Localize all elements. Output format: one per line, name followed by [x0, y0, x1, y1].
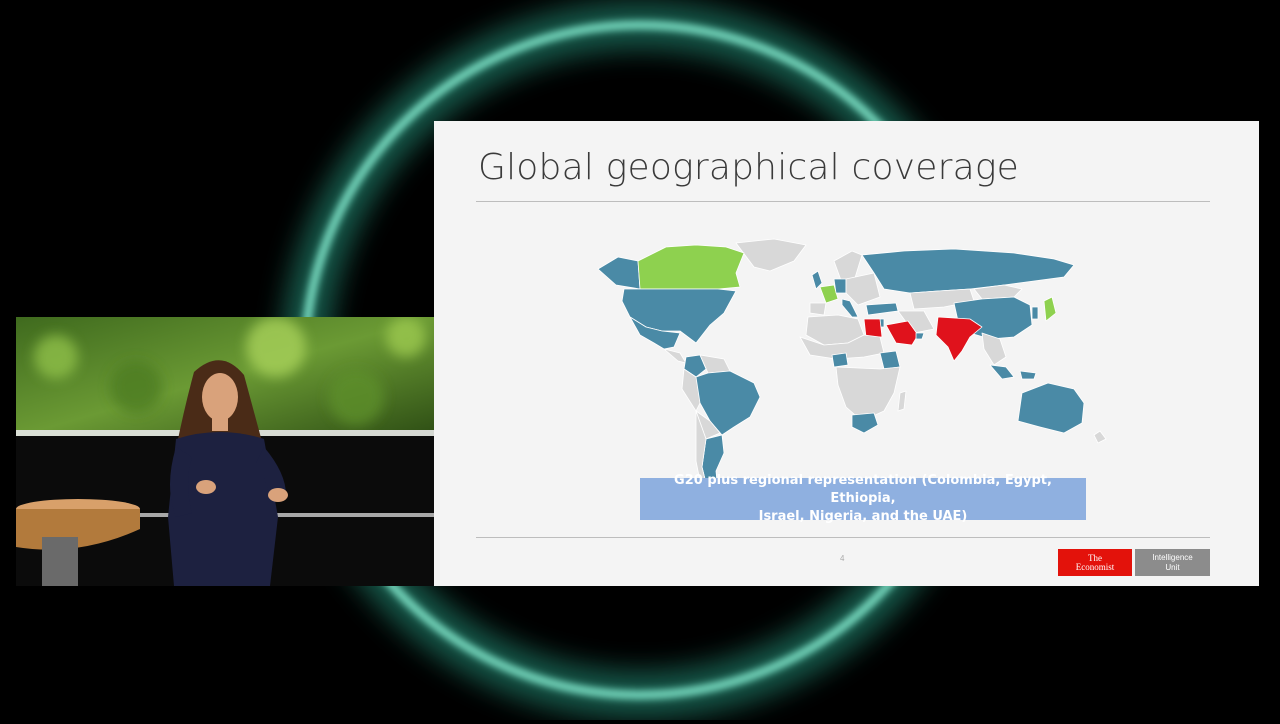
- map-egypt: [863, 318, 883, 338]
- presentation-slide: Global geographical coverage G20 plus re…: [434, 121, 1259, 586]
- map-ethiopia: [879, 350, 901, 370]
- footer-divider: [476, 537, 1210, 538]
- page-number: 4: [840, 554, 845, 563]
- map-south-africa: [851, 412, 879, 434]
- map-uk: [811, 270, 823, 290]
- map-japan: [1043, 296, 1057, 322]
- map-usa-alaska: [597, 256, 641, 290]
- map-greenland: [735, 238, 807, 272]
- presenter-video: [16, 317, 434, 586]
- map-russia: [861, 248, 1075, 294]
- map-india: [935, 316, 983, 362]
- map-nigeria: [831, 352, 849, 368]
- map-uae: [915, 332, 925, 340]
- caption-line-2: Israel, Nigeria, and the UAE): [758, 509, 968, 524]
- unit-logo-line-2: Unit: [1165, 562, 1180, 572]
- map-canada: [637, 244, 745, 290]
- intelligence-unit-logo: Intelligence Unit: [1135, 549, 1210, 576]
- map-south-korea: [1031, 306, 1039, 320]
- economist-logo-line-2: Economist: [1075, 561, 1115, 572]
- unit-logo-line-1: Intelligence: [1152, 552, 1193, 562]
- map-australia: [1017, 382, 1085, 434]
- caption-line-1: G20 plus regional representation (Colomb…: [674, 473, 1052, 506]
- map-indonesia: [989, 364, 1037, 380]
- caption-box: G20 plus regional representation (Colomb…: [640, 473, 1086, 524]
- map-germany: [833, 278, 847, 294]
- economist-logo: The Economist: [1058, 549, 1132, 576]
- map-turkey: [865, 302, 899, 316]
